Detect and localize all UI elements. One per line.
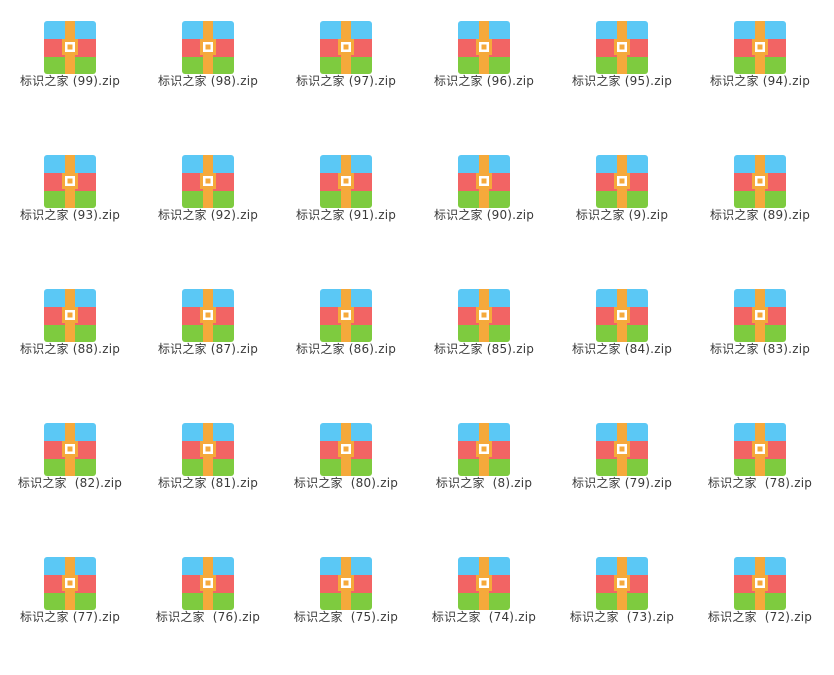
file-item[interactable]: 标识之家 (90).zip <box>415 134 553 254</box>
file-item[interactable]: 标识之家 (83).zip <box>691 268 829 388</box>
file-item[interactable]: 标识之家 (87).zip <box>139 268 277 388</box>
file-name-label: 标识之家 (91).zip <box>295 208 397 222</box>
zip-archive-icon <box>596 289 648 342</box>
file-name-label: 标识之家 (88).zip <box>19 342 121 356</box>
file-item[interactable]: 标识之家 (74).zip <box>415 536 553 656</box>
file-item[interactable]: 标识之家 (91).zip <box>277 134 415 254</box>
file-item[interactable]: 标识之家 (77).zip <box>1 536 139 656</box>
file-name-label: 标识之家 (83).zip <box>709 342 811 356</box>
file-name-label: 标识之家 (76).zip <box>155 610 261 624</box>
zip-archive-icon <box>458 21 510 74</box>
file-name-label: 标识之家 (75).zip <box>293 610 399 624</box>
zip-archive-icon <box>458 557 510 610</box>
file-item[interactable]: 标识之家 (75).zip <box>277 536 415 656</box>
file-name-label: 标识之家 (94).zip <box>709 74 811 88</box>
file-item[interactable]: 标识之家 (8).zip <box>415 402 553 522</box>
file-item[interactable]: 标识之家 (94).zip <box>691 0 829 120</box>
file-name-label: 标识之家 (93).zip <box>19 208 121 222</box>
zip-archive-icon <box>182 21 234 74</box>
zip-archive-icon <box>44 21 96 74</box>
zip-archive-icon <box>320 289 372 342</box>
zip-archive-icon <box>44 423 96 476</box>
file-name-label: 标识之家 (85).zip <box>433 342 535 356</box>
zip-archive-icon <box>734 289 786 342</box>
file-item[interactable]: 标识之家 (82).zip <box>1 402 139 522</box>
file-name-label: 标识之家 (82).zip <box>17 476 123 490</box>
file-item[interactable]: 标识之家 (81).zip <box>139 402 277 522</box>
file-name-label: 标识之家 (98).zip <box>157 74 259 88</box>
file-item[interactable]: 标识之家 (93).zip <box>1 134 139 254</box>
zip-archive-icon <box>320 21 372 74</box>
zip-archive-icon <box>182 289 234 342</box>
zip-archive-icon <box>734 557 786 610</box>
file-item[interactable]: 标识之家 (96).zip <box>415 0 553 120</box>
zip-archive-icon <box>596 21 648 74</box>
file-item[interactable]: 标识之家 (79).zip <box>553 402 691 522</box>
file-name-label: 标识之家 (97).zip <box>295 74 397 88</box>
file-name-label: 标识之家 (89).zip <box>709 208 811 222</box>
file-item[interactable]: 标识之家 (89).zip <box>691 134 829 254</box>
zip-archive-icon <box>596 423 648 476</box>
file-name-label: 标识之家 (90).zip <box>433 208 535 222</box>
file-item[interactable]: 标识之家 (86).zip <box>277 268 415 388</box>
zip-archive-icon <box>596 557 648 610</box>
file-name-label: 标识之家 (77).zip <box>19 610 121 624</box>
zip-archive-icon <box>320 423 372 476</box>
file-name-label: 标识之家 (95).zip <box>571 74 673 88</box>
file-item[interactable]: 标识之家 (80).zip <box>277 402 415 522</box>
zip-archive-icon <box>734 21 786 74</box>
zip-archive-icon <box>44 557 96 610</box>
file-name-label: 标识之家 (96).zip <box>433 74 535 88</box>
file-name-label: 标识之家 (72).zip <box>707 610 813 624</box>
file-grid: 标识之家 (99).zip 标识之家 (98).zip 标识之家 (97).zip 标… <box>0 0 834 675</box>
zip-archive-icon <box>596 155 648 208</box>
file-name-label: 标识之家 (99).zip <box>19 74 121 88</box>
file-name-label: 标识之家 (84).zip <box>571 342 673 356</box>
file-name-label: 标识之家 (73).zip <box>569 610 675 624</box>
zip-archive-icon <box>182 557 234 610</box>
file-item[interactable]: 标识之家 (95).zip <box>553 0 691 120</box>
file-item[interactable]: 标识之家 (84).zip <box>553 268 691 388</box>
file-name-label: 标识之家 (80).zip <box>293 476 399 490</box>
zip-archive-icon <box>320 155 372 208</box>
zip-archive-icon <box>182 155 234 208</box>
file-name-label: 标识之家 (86).zip <box>295 342 397 356</box>
zip-archive-icon <box>182 423 234 476</box>
zip-archive-icon <box>734 155 786 208</box>
file-item[interactable]: 标识之家 (9).zip <box>553 134 691 254</box>
zip-archive-icon <box>734 423 786 476</box>
file-item[interactable]: 标识之家 (98).zip <box>139 0 277 120</box>
zip-archive-icon <box>458 423 510 476</box>
file-name-label: 标识之家 (78).zip <box>707 476 813 490</box>
file-name-label: 标识之家 (74).zip <box>431 610 537 624</box>
file-item[interactable]: 标识之家 (78).zip <box>691 402 829 522</box>
file-name-label: 标识之家 (92).zip <box>157 208 259 222</box>
zip-archive-icon <box>458 289 510 342</box>
zip-archive-icon <box>44 289 96 342</box>
file-item[interactable]: 标识之家 (72).zip <box>691 536 829 656</box>
file-name-label: 标识之家 (9).zip <box>575 208 669 222</box>
file-name-label: 标识之家 (79).zip <box>571 476 673 490</box>
file-item[interactable]: 标识之家 (99).zip <box>1 0 139 120</box>
file-name-label: 标识之家 (8).zip <box>435 476 533 490</box>
file-item[interactable]: 标识之家 (88).zip <box>1 268 139 388</box>
zip-archive-icon <box>44 155 96 208</box>
file-name-label: 标识之家 (87).zip <box>157 342 259 356</box>
file-item[interactable]: 标识之家 (73).zip <box>553 536 691 656</box>
file-item[interactable]: 标识之家 (92).zip <box>139 134 277 254</box>
file-item[interactable]: 标识之家 (97).zip <box>277 0 415 120</box>
zip-archive-icon <box>458 155 510 208</box>
file-item[interactable]: 标识之家 (76).zip <box>139 536 277 656</box>
file-item[interactable]: 标识之家 (85).zip <box>415 268 553 388</box>
zip-archive-icon <box>320 557 372 610</box>
file-name-label: 标识之家 (81).zip <box>157 476 259 490</box>
